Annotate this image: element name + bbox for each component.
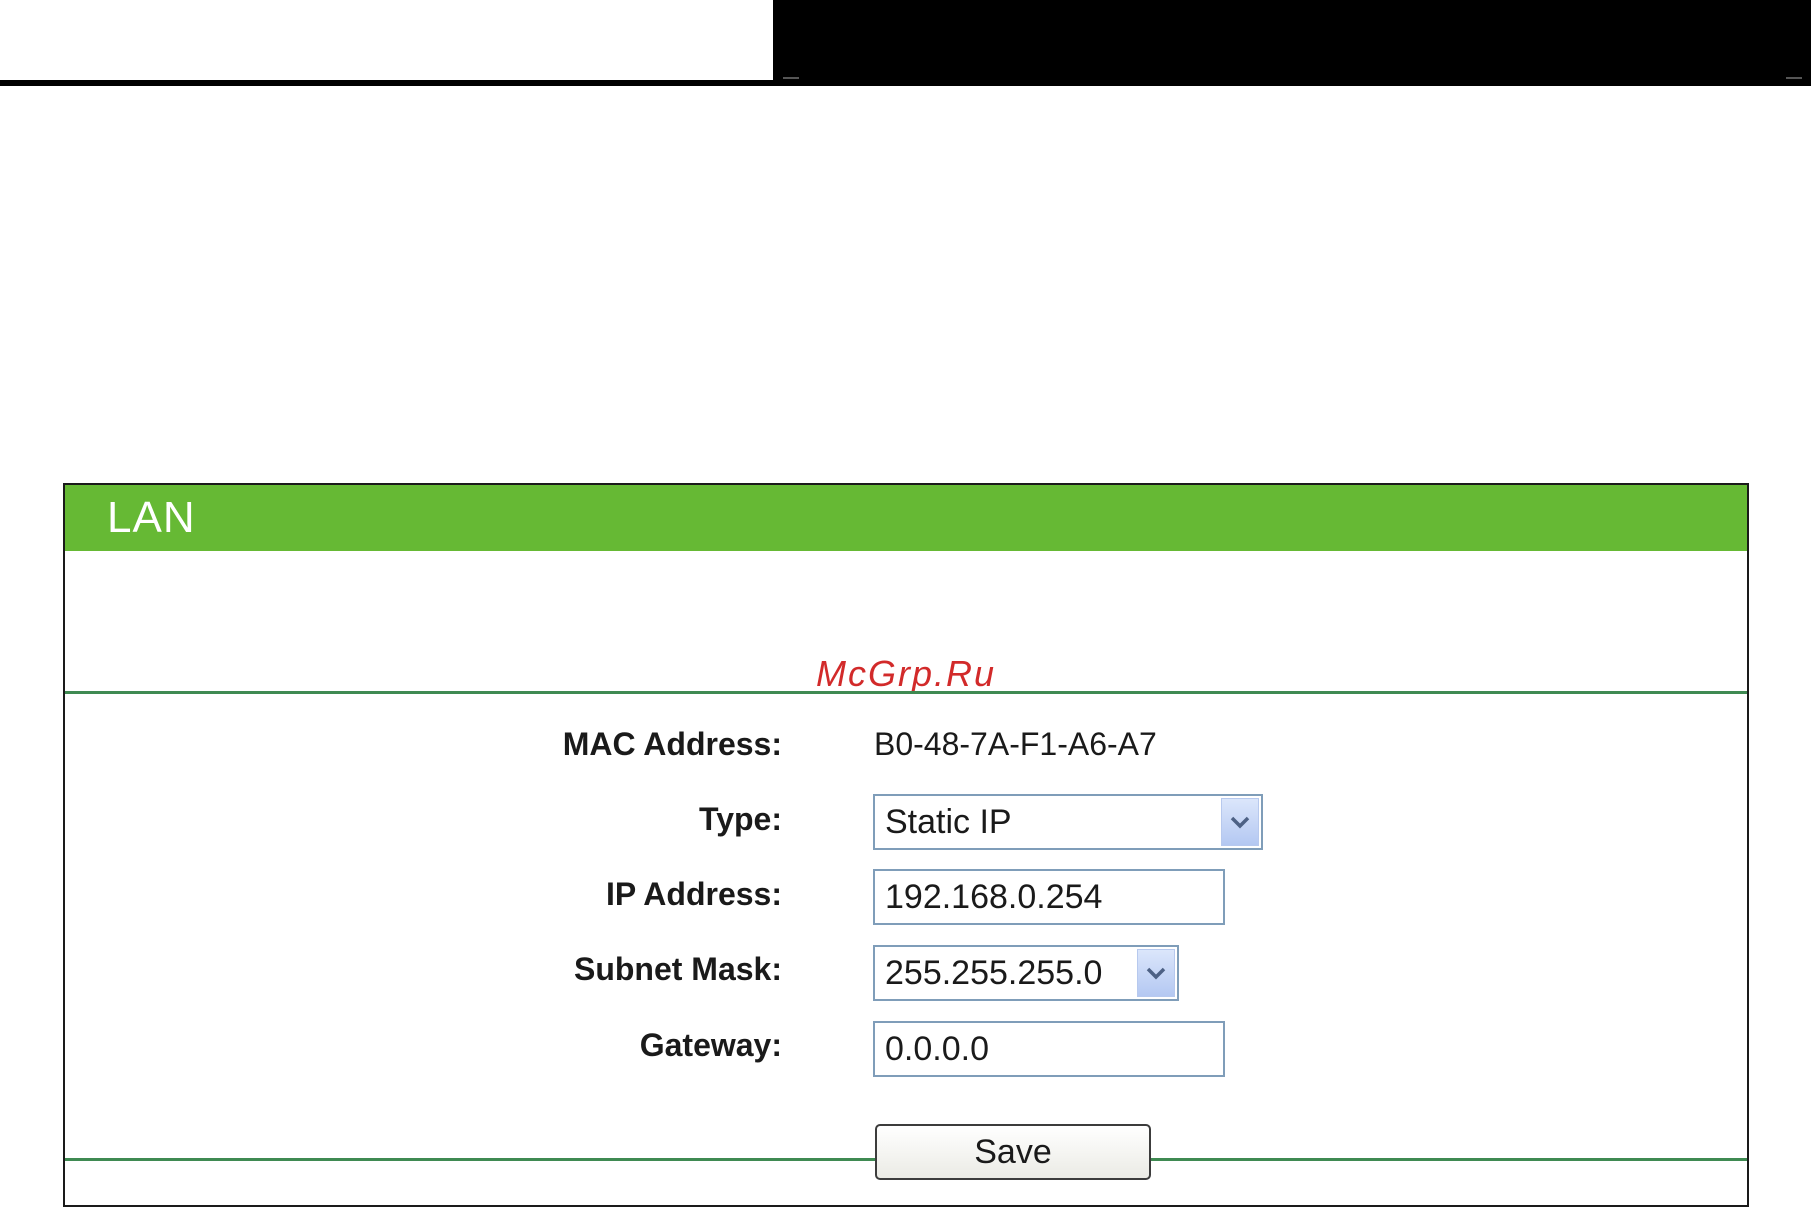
panel-header: LAN bbox=[65, 485, 1747, 551]
mac-address-value: B0-48-7A-F1-A6-A7 bbox=[874, 726, 1157, 762]
gateway-label: Gateway: bbox=[639, 1027, 782, 1063]
ip-address-value: 192.168.0.254 bbox=[885, 877, 1103, 916]
subnet-mask-select[interactable]: 255.255.255.0 bbox=[873, 945, 1179, 1001]
lan-panel: LAN McGrp.Ru MAC Address: B0-48-7A-F1-A6… bbox=[63, 483, 1749, 1207]
subnet-mask-label: Subnet Mask: bbox=[573, 951, 782, 987]
divider-top bbox=[65, 691, 1747, 694]
mac-address-label: MAC Address: bbox=[562, 726, 782, 762]
ip-address-input[interactable]: 192.168.0.254 bbox=[873, 869, 1225, 925]
subnet-dropdown-button[interactable] bbox=[1137, 949, 1175, 997]
chevron-down-icon bbox=[1230, 816, 1250, 829]
type-select-value: Static IP bbox=[885, 802, 1012, 841]
info-strip: McGrp.Ru MAC Address: B0-48-7A-F1-A6-A7 … bbox=[65, 551, 1747, 1161]
gateway-value: 0.0.0.0 bbox=[885, 1029, 989, 1068]
top-left-rule bbox=[0, 80, 775, 86]
type-dropdown-button[interactable] bbox=[1221, 798, 1259, 846]
ip-address-label: IP Address: bbox=[605, 876, 782, 912]
header-tick-right bbox=[1786, 77, 1802, 79]
top-black-block bbox=[773, 0, 1811, 86]
gateway-input[interactable]: 0.0.0.0 bbox=[873, 1021, 1225, 1077]
subnet-mask-value: 255.255.255.0 bbox=[885, 953, 1103, 992]
watermark-text: McGrp.Ru bbox=[815, 653, 997, 694]
type-select[interactable]: Static IP bbox=[873, 794, 1263, 850]
save-button[interactable]: Save bbox=[875, 1124, 1151, 1180]
panel-title: LAN bbox=[107, 493, 196, 542]
header-tick-left bbox=[783, 77, 799, 79]
type-label: Type: bbox=[699, 801, 782, 837]
chevron-down-icon bbox=[1146, 967, 1166, 980]
